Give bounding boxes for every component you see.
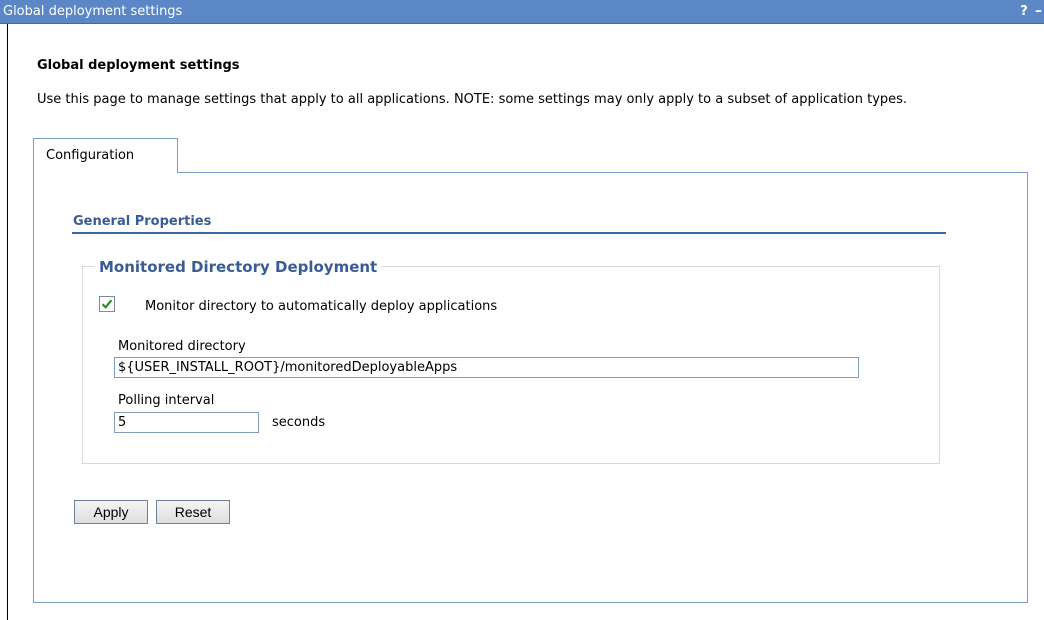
reset-button[interactable]: Reset [156,500,230,524]
minimize-icon[interactable]: – [1033,3,1044,20]
polling-interval-input[interactable]: 5 [114,412,259,433]
apply-button[interactable]: Apply [74,500,148,524]
monitored-deployment-legend: Monitored Directory Deployment [95,258,382,276]
window-titlebar: Global deployment settings ? – [0,0,1044,24]
window-left-border [7,24,8,620]
page-title: Global deployment settings [37,58,240,73]
tab-configuration[interactable]: Configuration [33,138,178,173]
checkmark-icon [101,299,113,309]
monitored-directory-input[interactable]: ${USER_INSTALL_ROOT}/monitoredDeployable… [114,357,859,378]
tab-configuration-label: Configuration [46,148,135,163]
general-properties-heading: General Properties [73,214,212,229]
window-title: Global deployment settings [3,4,183,19]
polling-interval-label: Polling interval [118,393,215,408]
page-description: Use this page to manage settings that ap… [37,92,908,107]
monitor-directory-checkbox[interactable] [99,296,115,312]
section-divider [72,232,946,234]
monitored-directory-label: Monitored directory [118,339,246,354]
help-icon[interactable]: ? [1018,3,1030,20]
monitor-directory-checkbox-label: Monitor directory to automatically deplo… [145,299,498,314]
polling-interval-unit: seconds [272,415,326,430]
